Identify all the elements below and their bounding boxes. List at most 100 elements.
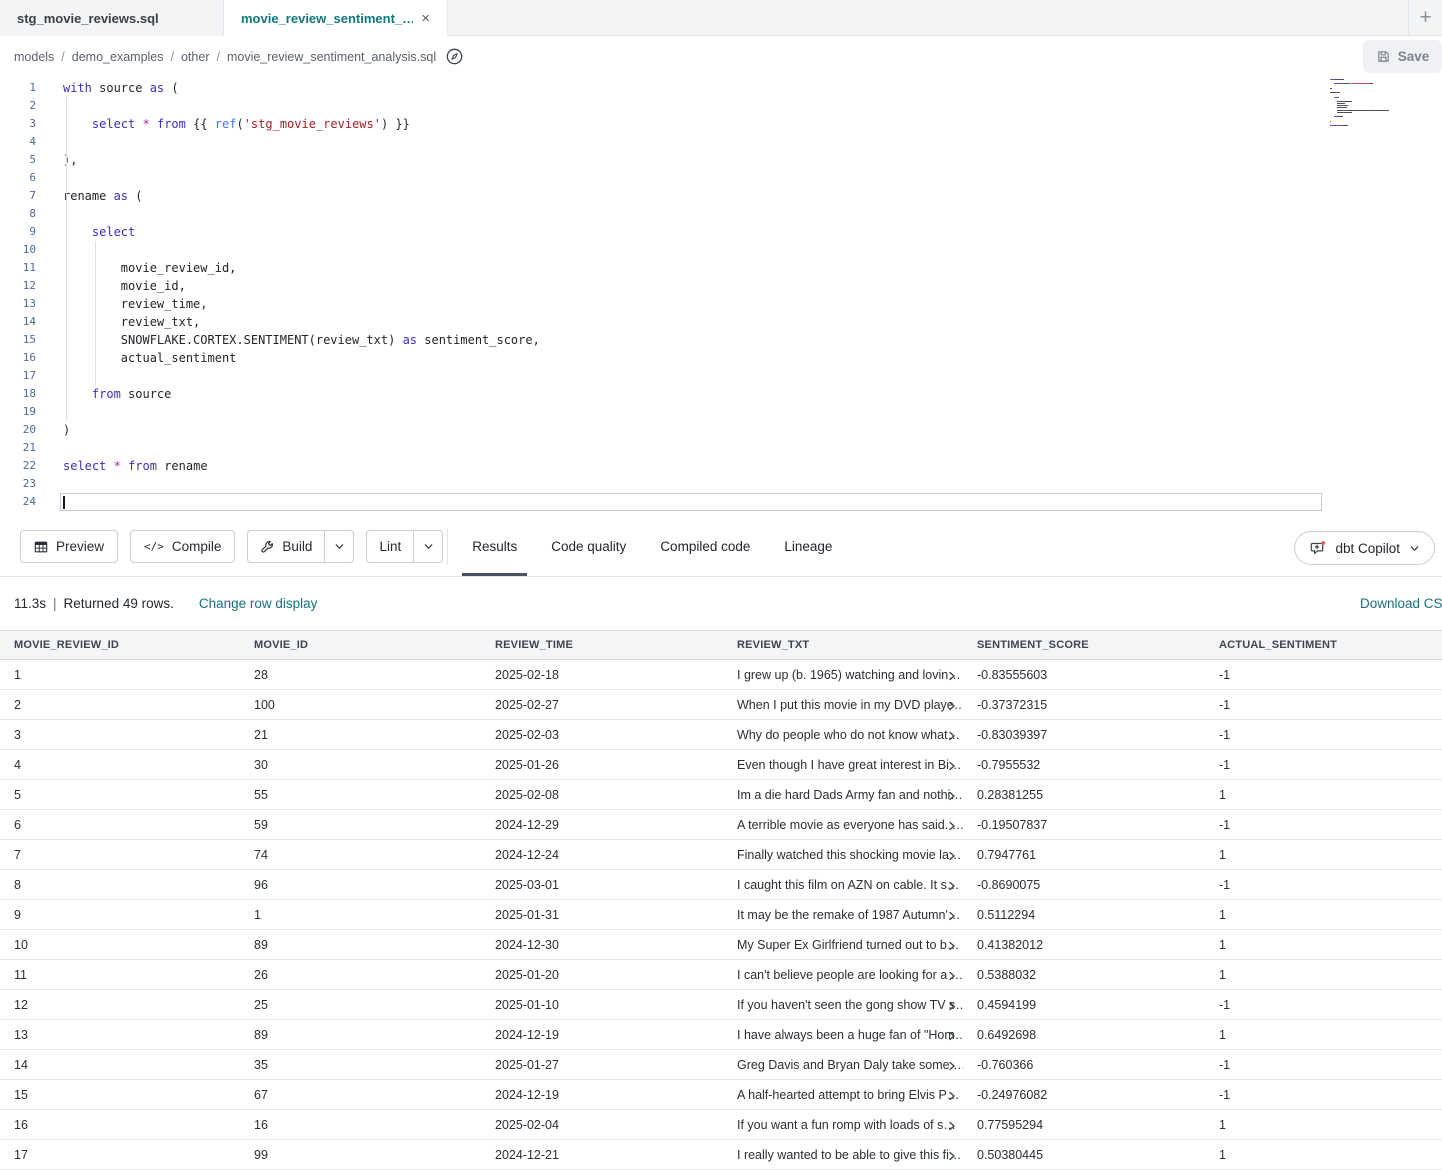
code-line[interactable]: 23 [0, 475, 1442, 493]
cell-sentiment_score: -0.83555603 [963, 660, 1205, 690]
cell-movie_id: 89 [240, 930, 481, 960]
panel-tab-code-quality[interactable]: Code quality [541, 517, 636, 576]
close-icon[interactable]: × [421, 10, 430, 27]
download-csv-link[interactable]: Download CSV [1360, 596, 1442, 611]
review-text: I grew up (b. 1965) watching and lovin… [737, 668, 961, 682]
code-line[interactable]: 15 SNOWFLAKE.CORTEX.SENTIMENT(review_txt… [0, 331, 1442, 349]
change-row-display-link[interactable]: Change row display [199, 596, 318, 611]
code-line[interactable]: 18 from source [0, 385, 1442, 403]
code-line[interactable]: 5), [0, 151, 1442, 169]
expand-cell-icon[interactable] [947, 1120, 957, 1134]
expand-cell-icon[interactable] [947, 730, 957, 744]
review-text: I can't believe people are looking for a… [737, 968, 963, 982]
expand-cell-icon[interactable] [947, 970, 957, 984]
cell-sentiment_score: 0.50380445 [963, 1140, 1205, 1170]
expand-cell-icon[interactable] [947, 670, 957, 684]
docs-compass-icon[interactable] [446, 48, 463, 65]
line-number: 11 [0, 259, 36, 277]
code-line[interactable]: 7rename as ( [0, 187, 1442, 205]
expand-cell-icon[interactable] [947, 1000, 957, 1014]
editor-tab[interactable]: stg_movie_reviews.sql [0, 0, 224, 36]
cell-sentiment_score: -0.37372315 [963, 690, 1205, 720]
preview-button[interactable]: Preview [20, 530, 118, 563]
panel-tab-results[interactable]: Results [462, 517, 527, 576]
lint-dropdown-caret[interactable] [413, 531, 442, 562]
expand-cell-icon[interactable] [947, 940, 957, 954]
column-header: SENTIMENT_SCORE [963, 631, 1205, 660]
code-line[interactable]: 11 movie_review_id, [0, 259, 1442, 277]
table-row: 15672024-12-19A half-hearted attempt to … [0, 1080, 1442, 1110]
code-line[interactable]: 21 [0, 439, 1442, 457]
editor-tab[interactable]: movie_review_sentiment_… × [224, 0, 448, 36]
copilot-button-label: dbt Copilot [1335, 541, 1400, 556]
code-line[interactable]: 19 [0, 403, 1442, 421]
cell-review_txt: I really wanted to be able to give this … [723, 1140, 963, 1170]
review-text: Greg Davis and Bryan Daly take some … [737, 1058, 963, 1072]
expand-cell-icon[interactable] [947, 790, 957, 804]
expand-cell-icon[interactable] [947, 820, 957, 834]
code-line[interactable]: 6 [0, 169, 1442, 187]
meta-separator: | [53, 596, 57, 611]
cell-review_time: 2024-12-30 [481, 930, 723, 960]
save-button[interactable]: Save [1363, 40, 1442, 73]
code-line[interactable]: 16 actual_sentiment [0, 349, 1442, 367]
cell-review_txt: Finally watched this shocking movie la… [723, 840, 963, 870]
expand-cell-icon[interactable] [947, 880, 957, 894]
review-text: It may be the remake of 1987 Autumn'… [737, 908, 960, 922]
code-text: movie_review_id, [63, 259, 236, 277]
code-line[interactable]: 4 [0, 133, 1442, 151]
cell-review_time: 2025-02-27 [481, 690, 723, 720]
copilot-chat-icon [1310, 540, 1326, 556]
expand-cell-icon[interactable] [947, 1090, 957, 1104]
code-text: with source as ( [63, 79, 179, 97]
code-line[interactable]: 9 select [0, 223, 1442, 241]
cell-actual_sentiment: 1 [1205, 900, 1442, 930]
code-line[interactable]: 3 select * from {{ ref('stg_movie_review… [0, 115, 1442, 133]
code-editor[interactable]: 1with source as (23 select * from {{ ref… [0, 77, 1442, 517]
breadcrumb: models/demo_examples/other/movie_review_… [14, 50, 436, 64]
compile-button-label: Compile [172, 539, 222, 554]
row-count-message: Returned 49 rows. [64, 596, 174, 611]
expand-cell-icon[interactable] [947, 760, 957, 774]
code-line[interactable]: 1with source as ( [0, 79, 1442, 97]
new-tab-button[interactable]: + [1408, 0, 1442, 36]
expand-cell-icon[interactable] [947, 1150, 957, 1164]
code-line[interactable]: 2 [0, 97, 1442, 115]
code-line[interactable]: 17 [0, 367, 1442, 385]
cell-movie_review_id: 7 [0, 840, 240, 870]
code-line[interactable]: 22select * from rename [0, 457, 1442, 475]
dbt-copilot-button[interactable]: dbt Copilot [1294, 531, 1435, 565]
review-text: I have always been a huge fan of "Hom… [737, 1028, 963, 1042]
minimap[interactable] [1330, 79, 1410, 137]
review-text: Finally watched this shocking movie la… [737, 848, 961, 862]
line-number: 7 [0, 187, 36, 205]
code-line[interactable]: 13 review_time, [0, 295, 1442, 313]
table-row: 6592024-12-29A terrible movie as everyon… [0, 810, 1442, 840]
column-header: MOVIE_REVIEW_ID [0, 631, 240, 660]
code-line[interactable]: 20) [0, 421, 1442, 439]
tab-label: movie_review_sentiment_… [241, 11, 413, 26]
expand-cell-icon[interactable] [947, 850, 957, 864]
expand-cell-icon[interactable] [947, 910, 957, 924]
build-dropdown-caret[interactable] [324, 531, 353, 562]
panel-tab-lineage[interactable]: Lineage [774, 517, 842, 576]
code-line[interactable]: 12 movie_id, [0, 277, 1442, 295]
build-button[interactable]: Build [248, 531, 324, 562]
cell-review_time: 2024-12-21 [481, 1140, 723, 1170]
cell-movie_id: 30 [240, 750, 481, 780]
save-icon [1376, 49, 1391, 64]
cell-review_time: 2024-12-19 [481, 1080, 723, 1110]
chevron-down-icon [1409, 543, 1420, 554]
code-line[interactable]: 8 [0, 205, 1442, 223]
cell-sentiment_score: 0.6492698 [963, 1020, 1205, 1050]
line-number: 22 [0, 457, 36, 475]
expand-cell-icon[interactable] [947, 1060, 957, 1074]
code-line[interactable]: 14 review_txt, [0, 313, 1442, 331]
expand-cell-icon[interactable] [947, 700, 957, 714]
panel-tab-compiled-code[interactable]: Compiled code [650, 517, 760, 576]
code-line[interactable]: 10 [0, 241, 1442, 259]
cell-movie_review_id: 12 [0, 990, 240, 1020]
compile-button[interactable]: </> Compile [130, 530, 235, 563]
lint-button[interactable]: Lint [367, 531, 413, 562]
expand-cell-icon[interactable] [947, 1030, 957, 1044]
